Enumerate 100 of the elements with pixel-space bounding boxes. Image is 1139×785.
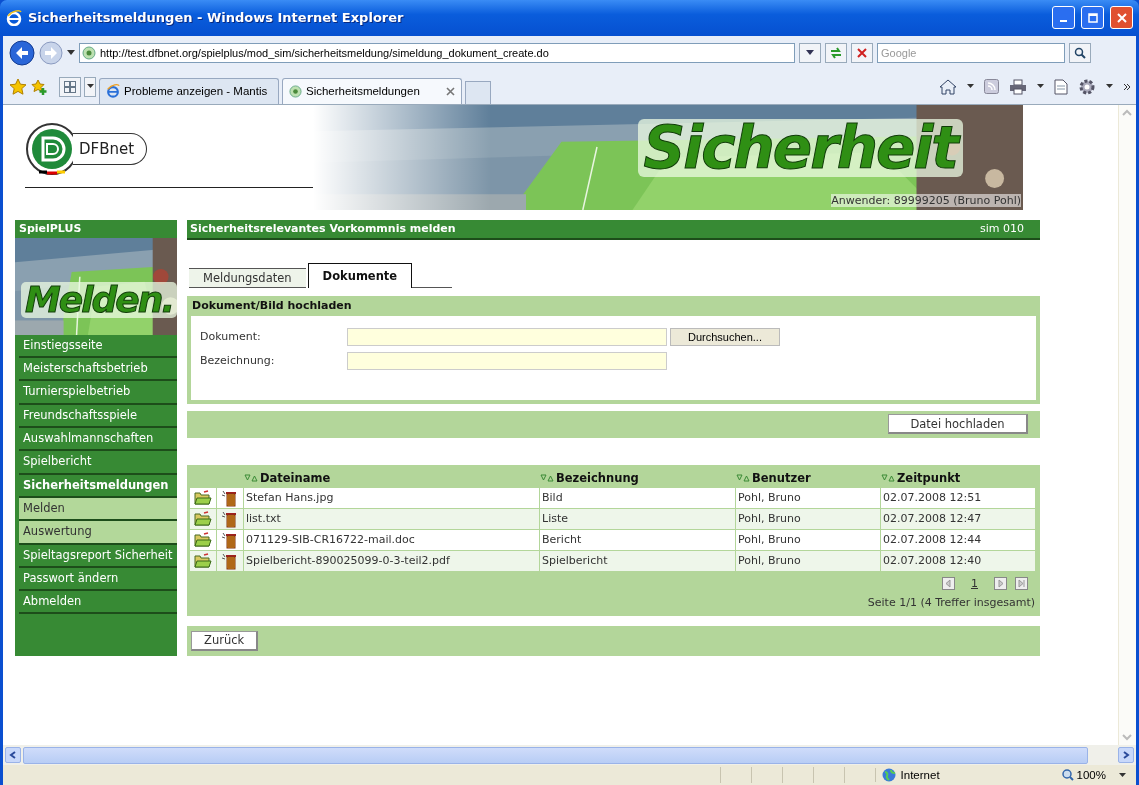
arrow-right-icon [1122, 751, 1130, 760]
maximize-icon [1087, 12, 1098, 23]
dropdown-icon[interactable] [1106, 84, 1113, 90]
zoom-level[interactable]: 100% [1076, 769, 1106, 781]
grid-icon [64, 80, 76, 93]
table-cell: Pohl, Bruno [736, 487, 881, 509]
table-cell: Bericht [540, 529, 736, 551]
page-icon [82, 45, 96, 60]
table-cell: 02.07.2008 12:47 [881, 508, 1036, 530]
gear-icon[interactable] [1078, 77, 1096, 96]
address-field[interactable]: http://test.dfbnet.org/spielplus/mod_sim/sicherheitsmeldung/simeldung_dokument_create.do [79, 42, 795, 63]
security-zone: Internet [900, 769, 940, 781]
document-field[interactable] [347, 327, 667, 346]
table-cell: Bild [540, 487, 736, 509]
browser-logo-icon [6, 9, 22, 26]
column-header[interactable]: Zeitpunkt [895, 467, 961, 488]
column-header[interactable]: Dateiname [258, 467, 331, 488]
close-button[interactable] [1110, 6, 1133, 30]
table-cell: Pohl, Bruno [736, 529, 881, 551]
panel-title: Dokument/Bild hochladen [191, 298, 353, 315]
next-page-icon[interactable] [994, 576, 1007, 590]
scrollbar-thumb[interactable] [23, 746, 1088, 764]
dropdown-icon[interactable] [1119, 772, 1126, 778]
folder-icon[interactable] [194, 489, 212, 506]
globe-icon [881, 768, 896, 782]
trash-icon[interactable] [221, 530, 239, 549]
banner-title: Sicherheit [637, 118, 963, 177]
tab[interactable]: Meldungsdaten [189, 267, 306, 288]
picture-caption: Melden. [21, 281, 177, 318]
search-button[interactable] [1069, 42, 1091, 63]
favorites-star-icon[interactable] [9, 77, 27, 96]
minimize-icon [1060, 19, 1067, 22]
caret-icon [86, 84, 94, 90]
window-title: Sicherheitsmeldungen - Windows Internet Explorer [28, 10, 405, 26]
search-field[interactable]: Google [877, 42, 1065, 63]
browser-tab[interactable]: Sicherheitsmeldungen [282, 77, 462, 104]
back-icon[interactable] [9, 39, 35, 66]
dropdown-button[interactable] [799, 42, 821, 63]
dropdown-icon[interactable] [1037, 84, 1044, 90]
folder-icon[interactable] [194, 531, 212, 548]
maximize-button[interactable] [1081, 6, 1104, 30]
table-cell: Stefan Hans.jpg [244, 487, 540, 509]
table-cell: Spielbericht [540, 550, 736, 572]
stop-button[interactable] [851, 42, 873, 63]
table-cell: Pohl, Bruno [736, 508, 881, 530]
column-header[interactable]: Bezeichnung [554, 467, 639, 488]
previous-page-icon[interactable] [942, 576, 955, 590]
table-cell: Pohl, Bruno [736, 550, 881, 572]
scroll-left-button[interactable] [5, 747, 21, 764]
user-info: Anwender: 89999205 (Bruno Pohl) [831, 193, 1021, 207]
table-cell: 071129-SIB-CR16722-mail.doc [244, 529, 540, 551]
folder-icon[interactable] [194, 510, 212, 527]
dropdown-button[interactable] [84, 76, 96, 97]
table-cell: list.txt [244, 508, 540, 530]
trash-icon[interactable] [221, 488, 239, 507]
add-favorite-icon[interactable] [30, 77, 48, 96]
dropdown-icon[interactable] [67, 49, 75, 56]
table-cell: 02.07.2008 12:40 [881, 550, 1036, 572]
refresh-icon [829, 46, 843, 59]
scroll-right-button[interactable] [1118, 747, 1134, 764]
tab[interactable]: Dokumente [307, 262, 413, 288]
browser-tab[interactable]: Probleme anzeigen - Mantis [99, 77, 279, 104]
chevron-icon[interactable] [1123, 82, 1130, 91]
close-icon [1116, 12, 1127, 23]
sidebar-item[interactable]: Melden [19, 497, 177, 522]
printer-icon[interactable] [1009, 78, 1027, 95]
upload-button[interactable]: Datei hochladen [888, 414, 1028, 435]
column-header[interactable]: Benutzer [750, 467, 811, 488]
sidebar-title: SpielPLUS [18, 220, 83, 237]
section-title: Sicherheitsrelevantes Vorkommnis melden [190, 222, 456, 236]
close-icon[interactable] [446, 86, 455, 96]
zoom-icon[interactable] [1061, 769, 1074, 781]
stop-icon [857, 47, 867, 58]
form-code: sim 010 [980, 222, 1024, 236]
page-link[interactable]: 1 [971, 576, 978, 590]
page-icon [289, 84, 302, 98]
field-label: Bezeichnung: [200, 354, 276, 368]
sidebar-item[interactable]: Auswertung [19, 521, 177, 545]
last-page-icon[interactable] [1015, 576, 1028, 590]
back-button[interactable]: Zurück [191, 630, 259, 651]
folder-icon[interactable] [194, 552, 212, 569]
table-cell: Spielbericht-890025099-0-3-teil2.pdf [244, 550, 540, 572]
logo-text: DFBnet [73, 132, 148, 165]
feed-icon[interactable] [984, 79, 999, 95]
home-icon[interactable] [939, 78, 957, 95]
table-cell: Liste [540, 508, 736, 530]
table-cell: 02.07.2008 12:44 [881, 529, 1036, 551]
page-menu-icon[interactable] [1054, 78, 1068, 95]
minimize-button[interactable] [1052, 6, 1075, 30]
browse-button[interactable]: Durchsuchen... [670, 327, 780, 346]
trash-icon[interactable] [221, 551, 239, 570]
tab-list-button[interactable] [59, 76, 81, 97]
result-summary: Seite 1/1 (4 Treffer insgesamt) [866, 594, 1036, 611]
name-field[interactable] [347, 351, 667, 370]
field-label: Dokument: [200, 330, 262, 344]
search-icon [1074, 46, 1086, 59]
arrow-left-icon [9, 751, 17, 760]
trash-icon[interactable] [221, 509, 239, 528]
dropdown-icon[interactable] [967, 84, 974, 90]
caret-icon [806, 49, 814, 56]
